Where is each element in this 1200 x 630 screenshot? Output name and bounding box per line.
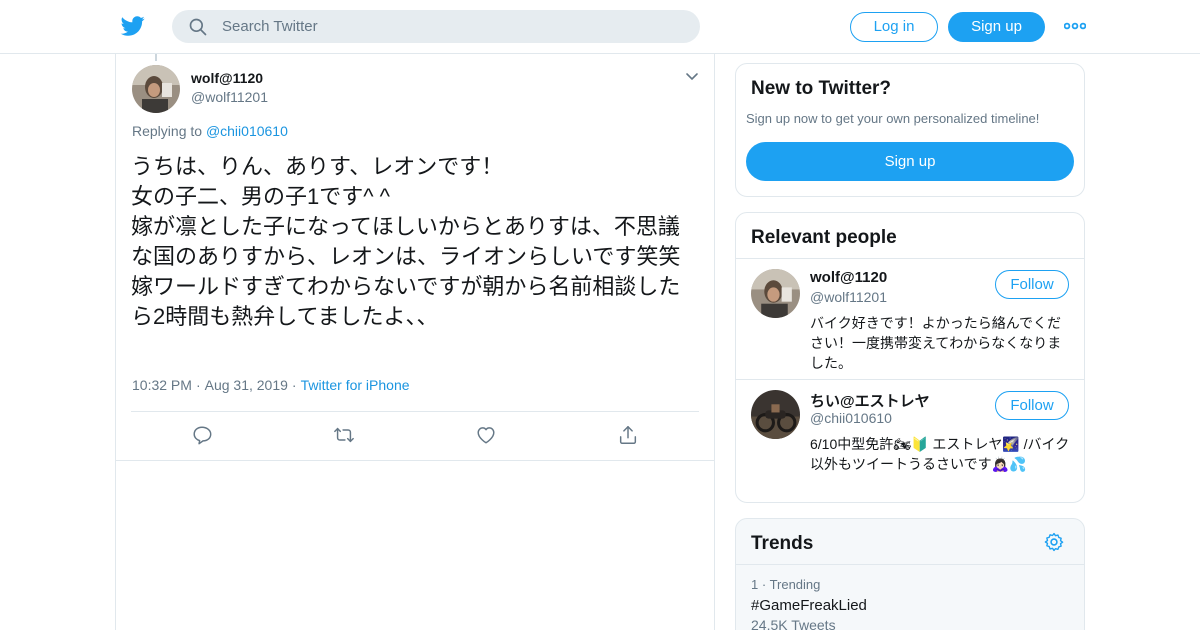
card-title: New to Twitter?: [751, 78, 892, 99]
replying-to: Replying to @chii010610: [132, 123, 288, 139]
tweet-text: うちは、りん、ありす、レオンです！ 女の子二、男の子1です^ ^ 嫁が凛とした子…: [131, 154, 681, 329]
person-name[interactable]: wolf@1120: [810, 269, 887, 286]
relevant-people-card: Relevant people wolf@1120 @wolf11201 Fol…: [735, 212, 1085, 503]
twitter-bird-icon[interactable]: [120, 14, 146, 38]
replying-mention-link[interactable]: @chii010610: [206, 123, 288, 139]
trend-label: Trending: [769, 577, 821, 592]
person-name[interactable]: ちい@エストレヤ: [810, 390, 930, 411]
follow-button[interactable]: Follow: [995, 391, 1069, 420]
signup-card-button[interactable]: Sign up: [746, 142, 1074, 181]
search-icon: [189, 18, 207, 36]
tweet-author-name[interactable]: wolf@1120: [191, 70, 263, 86]
person-handle[interactable]: @chii010610: [810, 410, 892, 426]
retweet-icon[interactable]: [333, 424, 355, 446]
avatar[interactable]: [132, 65, 180, 113]
avatar[interactable]: [751, 390, 800, 439]
thread-line: [155, 54, 157, 61]
trends-card: Trends 1 · Trending #GameFreakLied 24.5K…: [735, 518, 1085, 630]
avatar[interactable]: [751, 269, 800, 318]
tweet-meta: 10:32 PM · Aug 31, 2019 · Twitter for iPhone: [132, 377, 410, 393]
tweet-date[interactable]: Aug 31, 2019: [205, 377, 288, 393]
avatar-photo: [751, 390, 800, 439]
search-input[interactable]: [222, 10, 682, 43]
tweet-column: wolf@1120 @wolf11201 Replying to @chii01…: [115, 54, 715, 630]
reply-icon[interactable]: [191, 424, 213, 446]
trend-rank: 1: [751, 577, 759, 592]
follow-button[interactable]: Follow: [995, 270, 1069, 299]
trend-count: 24.5K Tweets: [751, 617, 836, 630]
login-button[interactable]: Log in: [850, 12, 938, 42]
card-subtitle: Sign up now to get your own personalized…: [746, 111, 1040, 126]
tweet-author-handle[interactable]: @wolf11201: [191, 89, 268, 105]
divider: [116, 460, 714, 461]
tweet-source-link[interactable]: Twitter for iPhone: [301, 377, 410, 393]
chevron-down-icon[interactable]: [684, 70, 700, 84]
person-bio: バイク好きです！よかったら絡んでください！一度携帯変えてわからなくなりました。: [810, 315, 1062, 371]
like-icon[interactable]: [475, 424, 497, 446]
gear-icon[interactable]: [1043, 531, 1065, 553]
divider: [736, 379, 1084, 380]
person-handle[interactable]: @wolf11201: [810, 289, 887, 305]
divider: [131, 411, 699, 412]
avatar-photo: [132, 65, 180, 113]
trend-name[interactable]: #GameFreakLied: [751, 597, 867, 614]
meta-separator: ·: [195, 377, 201, 393]
divider: [736, 564, 1084, 565]
trend-meta: 1 · Trending: [751, 577, 821, 592]
tweet-actions: [116, 424, 716, 448]
avatar-photo: [751, 269, 800, 318]
new-to-twitter-card: New to Twitter? Sign up now to get your …: [735, 63, 1085, 197]
replying-prefix: Replying to: [132, 123, 206, 139]
person-bio: 6/10中型免許🏍🔰 エストレヤ🌠 /バイク以外もツイートうるさいです🙇🏻‍♀️…: [810, 436, 1070, 472]
tweet-time[interactable]: 10:32 PM: [132, 377, 192, 393]
signup-button[interactable]: Sign up: [948, 12, 1045, 42]
divider: [736, 258, 1084, 259]
top-bar: Log in Sign up: [0, 0, 1200, 54]
more-dots-icon[interactable]: [1064, 20, 1086, 32]
share-icon[interactable]: [617, 424, 639, 446]
card-title: Trends: [751, 533, 814, 554]
card-title: Relevant people: [751, 227, 897, 248]
search-box[interactable]: [172, 10, 700, 43]
meta-separator: ·: [291, 377, 297, 393]
